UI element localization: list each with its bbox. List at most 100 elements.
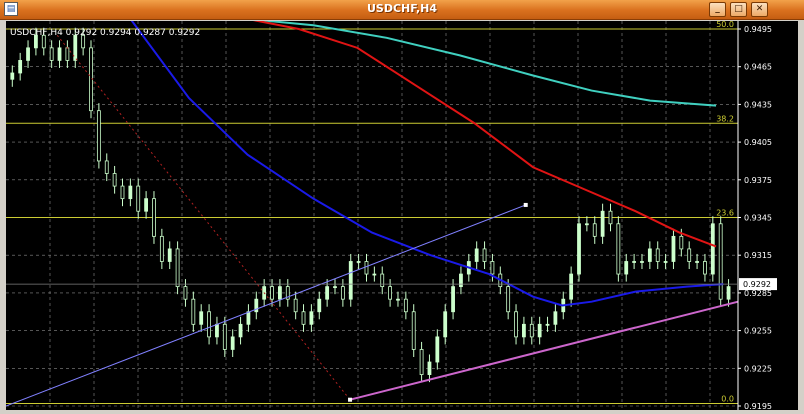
candle-body [175,248,180,288]
price-tick-label: 0.9255 [744,327,772,336]
candle-body [191,298,196,325]
candle-body [679,235,684,250]
candle-body [120,185,125,200]
candle-body [632,261,637,263]
candle-body [569,273,574,300]
price-tick-label: 0.9495 [744,25,772,34]
chart-grid [6,21,738,410]
candle-body [128,185,133,200]
candle-body [152,198,156,237]
candle-body [317,298,322,313]
chart-info-label: USDCHF,H4 0.9292 0.9294 0.9287 0.9292 [10,28,200,38]
candle-body [325,286,330,300]
price-tick-label: 0.9225 [744,364,772,373]
candle-body [514,311,518,338]
candle-body [238,323,243,338]
price-axis: 0.9495 0.9465 0.9435 0.9405 0.9375 0.9345 0.93… [6,21,777,411]
candle-body [65,47,70,61]
fibo-retracement[interactable]: 50.0 38.2 23.6 0.0 [6,20,738,404]
price-chart[interactable]: 50.0 38.2 23.6 0.0 0.9495 0.9465 0.9435 0.9405… [5,17,798,411]
candle-body [435,336,440,363]
fibo-level-label: 38.2 [716,114,734,123]
candle-body [340,286,345,300]
candle-body [199,311,204,325]
candle-body [356,261,361,263]
candle-body [333,286,337,289]
candle-body [695,261,699,263]
current-price-label: 0.9292 [743,280,771,289]
candle-body [577,223,581,275]
candle-body [49,47,54,61]
candle-body [73,34,78,61]
maximize-button[interactable]: □ [730,2,747,17]
candle-body [293,298,298,313]
candle-body [600,210,605,237]
candle-body [663,261,668,263]
candle-body [592,223,597,237]
candle-body [207,311,211,338]
price-tick-label: 0.9375 [744,176,772,185]
candle-body [545,323,550,326]
candle-body [419,349,424,375]
candle-body [474,248,479,262]
candle-body [278,286,282,300]
candle-body [451,286,455,313]
candle-body [459,273,463,288]
candle-body [655,248,660,262]
trendline-lower [349,300,739,401]
candle-body [671,235,676,262]
candle-body [136,185,141,212]
candle-body [348,261,353,300]
chart-canvas[interactable]: 50.0 38.2 23.6 0.0 0.9495 0.9465 0.9435 0.9405… [5,17,798,411]
price-tick-label: 0.9195 [744,402,772,410]
candle-body [482,248,487,262]
candle-body [529,323,534,338]
candle-body [112,173,117,187]
price-tick-label: 0.9405 [744,138,772,147]
candle-body [718,223,723,300]
candle-body [57,47,62,61]
candle-body [167,248,172,262]
candle-body [215,323,219,338]
moving-average-slow [247,17,717,107]
candle-body [710,223,715,275]
candle-body [246,311,251,325]
candle-body [183,286,188,300]
price-tick-label: 0.9465 [744,63,772,72]
fibo-level-label: 0.0 [721,394,734,403]
candle-body [624,261,629,275]
candle-body [490,261,495,275]
candle-body [96,110,101,162]
candle-body [301,311,306,325]
candle-body [380,273,385,288]
price-tick-label: 0.9315 [744,251,772,260]
candle-body [506,286,511,313]
candle-body [553,311,558,325]
candle-body [427,361,432,375]
candle-body [222,323,227,350]
candle-body [703,261,707,275]
window-title: USDCHF,H4 [366,2,438,15]
trendline-handle [348,397,353,402]
candle-body [647,248,652,262]
candle-body [144,198,149,212]
candle-body [388,286,393,300]
title-bar[interactable]: ▤ USDCHF,H4 _ □ ✕ [0,0,804,20]
chart-window: ▤ USDCHF,H4 _ □ ✕ 50.0 38.2 23.6 0.0 0.9495… [0,0,804,411]
candle-body [443,311,448,338]
indicator-lines [5,17,739,407]
candle-body [309,311,314,325]
candle-body [230,336,235,350]
candle-body [104,160,109,174]
candle-body [372,273,377,276]
close-button[interactable]: ✕ [751,2,768,17]
trendline-handle [523,202,528,207]
fibo-level-label: 23.6 [716,209,734,218]
minimize-button[interactable]: _ [709,2,726,17]
moving-average-mid [247,17,717,248]
candle-body [396,298,400,301]
candle-body [18,60,23,74]
candle-body [270,286,274,300]
candle-body [608,210,613,225]
candle-body [616,223,621,275]
